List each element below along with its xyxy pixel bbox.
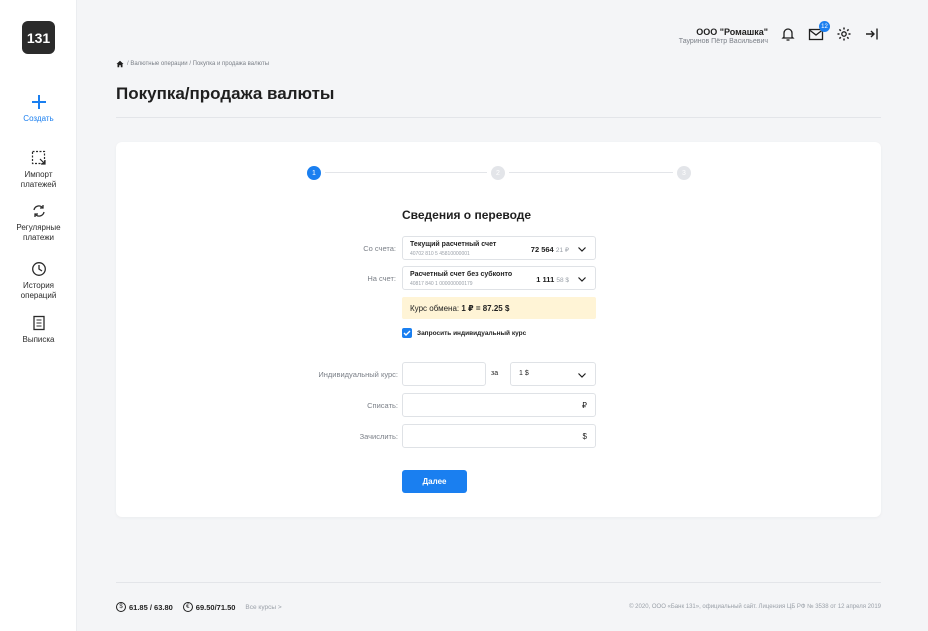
checkbox-label: Запросить индивидуальный курс [417,329,527,337]
notifications-button[interactable] [780,26,796,42]
document-icon [32,315,45,331]
to-account-balance: 1 111 58 $ [536,275,569,284]
from-account-name: Текущий расчетный счет [410,241,497,248]
debit-input[interactable]: ₽ [402,393,596,417]
sidebar-item-label: История операций [20,281,57,300]
company-info[interactable]: ООО "Ромашка" Тауринов Пётр Васильевич [679,27,768,45]
repeat-icon [32,205,45,217]
mail-badge: 12 [819,21,830,32]
to-account-name: Расчетный счет без субконто [410,271,513,278]
step-line [509,172,673,173]
import-icon [31,150,46,165]
clock-icon [31,262,46,276]
credit-label: Зачислить: [359,432,398,441]
copyright: © 2020, ООО «Банк 131», официальный сайт… [629,604,881,610]
to-account-number: 40817 840 1 000000000179 [410,281,473,287]
sidebar-item-label: Импорт платежей [20,170,57,189]
rate-unit-select[interactable]: 1 $ [510,362,596,386]
sidebar-item-regular[interactable]: Регулярные платежи [0,203,77,243]
sidebar-item-label: Регулярные платежи [16,223,61,242]
sidebar-item-label: Выписка [22,335,55,344]
rate-value: 1 ₽ = 87.25 $ [461,304,510,313]
page-title: Покупка/продажа валюты [116,84,335,103]
chevron-down-icon [578,247,586,252]
mail-button[interactable]: 12 [808,21,830,42]
from-account-select[interactable]: Текущий расчетный счет 40702 810 5 45810… [402,236,596,260]
per-label: за [491,370,499,377]
step-3[interactable]: 3 [677,166,691,180]
to-account-label: На счет: [367,274,396,283]
step-2[interactable]: 2 [491,166,505,180]
rate-unit-value: 1 $ [519,370,529,377]
sidebar-item-create[interactable]: Создать [0,94,77,124]
title-divider [116,117,881,118]
usd-rate: $ 61.85 / 63.80 [116,602,173,612]
bell-icon [781,28,795,41]
from-account-number: 40702 810 5 45810000001 [410,251,470,257]
logout-icon [866,28,878,40]
header-icons: 12 [780,21,880,42]
plus-icon [31,95,46,109]
debit-label: Списать: [367,401,398,410]
exchange-rate-info: Курс обмена: 1 ₽ = 87.25 $ [402,297,596,319]
footer-rates: $ 61.85 / 63.80 € 69.50/71.50 Все курсы … [116,602,282,612]
breadcrumb-path[interactable]: / Валютные операции / Покупка и продажа … [127,61,269,67]
to-account-select[interactable]: Расчетный счет без субконто 40817 840 1 … [402,266,596,290]
all-rates-link[interactable]: Все курсы > [245,604,281,611]
from-account-balance: 72 564 21 ₽ [530,245,569,254]
rate-prefix: Курс обмена: [410,304,462,313]
individual-rate-input[interactable] [402,362,486,386]
chevron-down-icon [578,373,586,378]
company-name: ООО "Ромашка" [696,27,768,37]
individual-rate-checkbox-row[interactable]: Запросить индивидуальный курс [402,328,526,338]
credit-input[interactable]: $ [402,424,596,448]
credit-currency: $ [582,432,587,441]
chevron-down-icon [578,277,586,282]
dollar-icon: $ [116,602,126,612]
user-name: Тауринов Пётр Васильевич [678,38,768,45]
section-title: Сведения о переводе [402,208,532,222]
breadcrumb: / Валютные операции / Покупка и продажа … [116,60,269,68]
from-account-label: Со счета: [363,244,396,253]
gear-icon [837,27,851,41]
footer-divider [116,582,881,583]
sidebar: 131 Создать Импорт платежей Регулярные п… [0,0,77,631]
sidebar-item-history[interactable]: История операций [0,261,77,301]
transfer-form-card: 1 2 3 Сведения о переводе Со счета: Теку… [116,142,881,517]
settings-button[interactable] [836,26,852,42]
step-line [325,172,487,173]
logout-button[interactable] [864,26,880,42]
next-button[interactable]: Далее [402,470,467,493]
sidebar-item-statement[interactable]: Выписка [0,315,77,345]
eur-rate: € 69.50/71.50 [182,602,235,612]
check-icon [403,330,411,336]
step-1[interactable]: 1 [307,166,321,180]
debit-currency: ₽ [581,401,587,410]
bank-logo[interactable]: 131 [22,21,55,54]
individual-rate-checkbox[interactable] [402,328,412,338]
sidebar-item-import[interactable]: Импорт платежей [0,150,77,190]
euro-icon: € [182,602,193,612]
individual-rate-label: Индивидуальный курс: [318,370,398,379]
sidebar-item-label: Создать [23,114,54,123]
home-icon[interactable] [116,60,124,68]
